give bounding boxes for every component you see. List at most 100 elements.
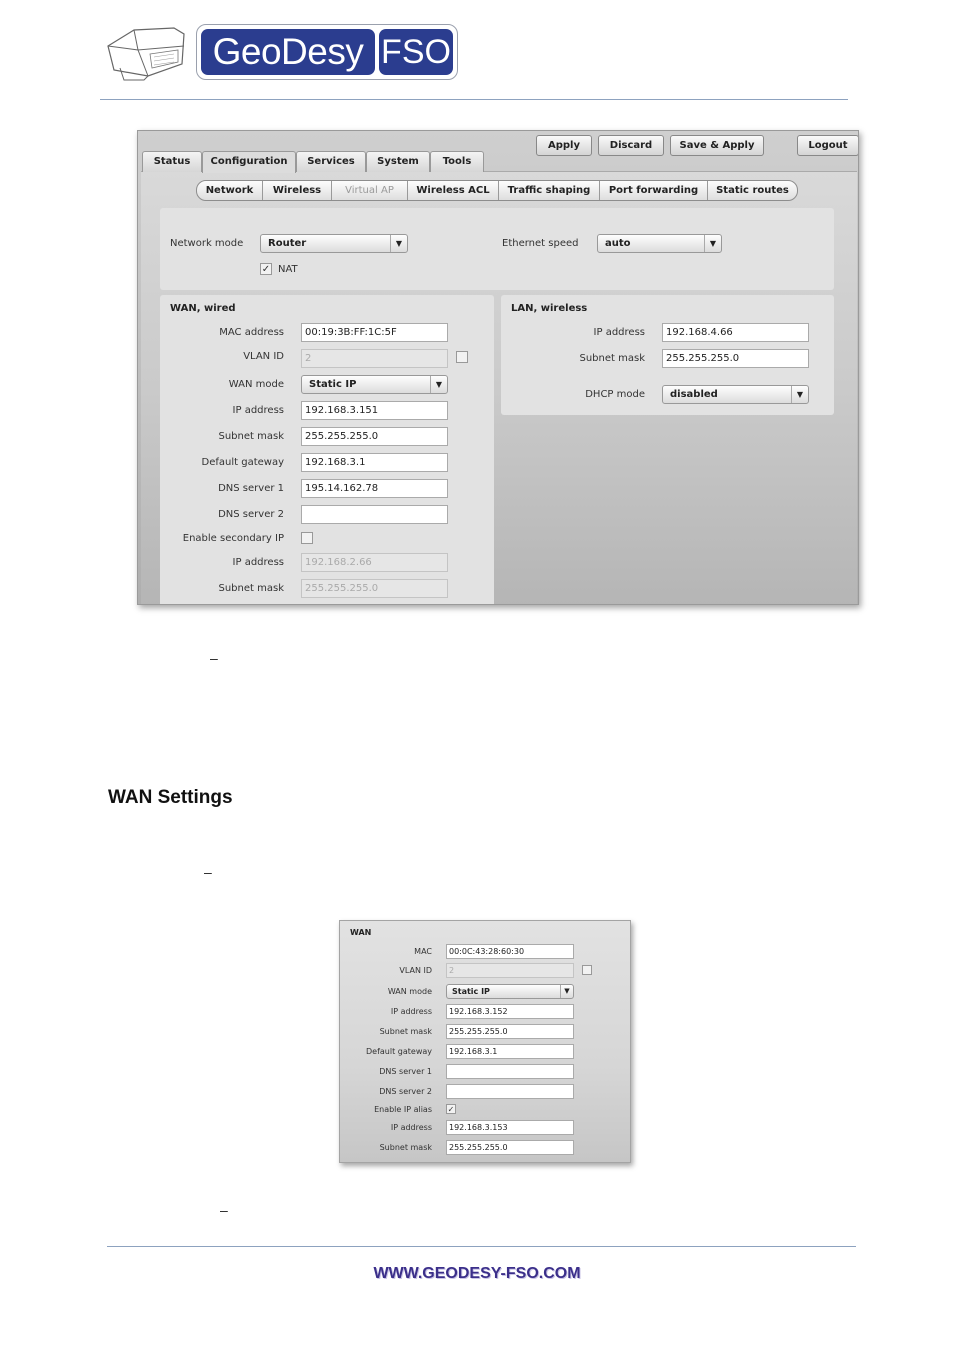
discard-button[interactable]: Discard	[598, 135, 664, 156]
subnet-mask-label: Subnet mask	[379, 1027, 432, 1036]
mac-field[interactable]: 00:0C:43:28:60:30	[446, 944, 574, 959]
tab-configuration[interactable]: Configuration	[202, 151, 296, 173]
lan-ip-field[interactable]: 192.168.4.66	[662, 323, 809, 342]
ethernet-speed-select[interactable]: auto ▼	[597, 234, 722, 253]
dash-mark: –	[204, 864, 212, 880]
lan-mask-field[interactable]: 255.255.255.0	[662, 349, 809, 368]
subnet-mask-field[interactable]: 255.255.255.0	[301, 427, 448, 446]
dns1-field[interactable]	[446, 1064, 574, 1079]
vlan-id-field: 2	[301, 349, 448, 368]
mac-label: MAC	[414, 947, 432, 956]
network-mode-value: Router	[268, 238, 307, 249]
wan-title: WAN	[350, 928, 372, 937]
alias-mask-field[interactable]: 255.255.255.0	[446, 1140, 574, 1155]
dhcp-mode-select[interactable]: disabled ▼	[662, 385, 809, 404]
subtab-static-routes[interactable]: Static routes	[708, 181, 797, 200]
network-mode-label: Network mode	[170, 238, 244, 249]
dash-mark: –	[210, 650, 218, 666]
alias-ip-field[interactable]: 192.168.3.153	[446, 1120, 574, 1135]
ip-field[interactable]: 192.168.3.152	[446, 1004, 574, 1019]
company-logo: GeoDesy FSO	[196, 24, 458, 80]
ip-address-field[interactable]: 192.168.3.151	[301, 401, 448, 420]
chevron-down-icon: ▼	[791, 386, 808, 403]
logout-button[interactable]: Logout	[797, 135, 858, 156]
save-apply-button[interactable]: Save & Apply	[670, 135, 764, 156]
tab-services[interactable]: Services	[296, 151, 366, 172]
vlan-field: 2	[446, 963, 574, 978]
ip-label: IP address	[232, 405, 284, 416]
default-gateway-field[interactable]: 192.168.3.1	[446, 1044, 574, 1059]
wan-mode-select[interactable]: Static IP ▼	[301, 375, 448, 394]
wan-mode-label: WAN mode	[228, 379, 284, 390]
fso-device-icon	[107, 27, 185, 81]
secondary-ip-checkbox[interactable]	[301, 532, 313, 544]
logo-badge: FSO	[379, 29, 453, 75]
ethernet-speed-label: Ethernet speed	[502, 238, 579, 249]
dhcp-mode-value: disabled	[670, 389, 718, 400]
dhcp-mode-label: DHCP mode	[585, 389, 645, 400]
default-gateway-field[interactable]: 192.168.3.1	[301, 453, 448, 472]
wan-mode-label: WAN mode	[387, 987, 432, 996]
subtab-virtual-ap: Virtual AP	[332, 181, 408, 200]
subtab-network[interactable]: Network	[197, 181, 263, 200]
ip-alias-checkbox[interactable]: ✓	[446, 1104, 456, 1114]
network-mode-select[interactable]: Router ▼	[260, 234, 408, 253]
subtab-traffic-shaping[interactable]: Traffic shaping	[499, 181, 600, 200]
alias-ip-label: IP address	[390, 1123, 432, 1132]
alias-mask-label: Subnet mask	[379, 1143, 432, 1152]
chevron-down-icon: ▼	[560, 985, 573, 998]
wan-mode-select[interactable]: Static IP ▼	[446, 984, 574, 999]
subnet-mask-label: Subnet mask	[218, 431, 285, 442]
logo-wordmark: GeoDesy	[201, 29, 375, 75]
dns2-label: DNS server 2	[379, 1087, 432, 1096]
secondary-ip-address-label: IP address	[232, 557, 284, 568]
tab-tools[interactable]: Tools	[430, 151, 484, 172]
dash-mark: –	[220, 1202, 228, 1218]
ip-alias-label: Enable IP alias	[374, 1105, 432, 1114]
header-rule	[100, 99, 848, 100]
subtab-port-forwarding[interactable]: Port forwarding	[600, 181, 708, 200]
subtab-wireless-acl[interactable]: Wireless ACL	[408, 181, 499, 200]
vlan-label: VLAN ID	[399, 966, 432, 975]
network-config-screenshot: Status Configuration Services System Too…	[137, 130, 859, 605]
apply-button[interactable]: Apply	[536, 135, 592, 156]
secondary-mask-label: Subnet mask	[218, 583, 285, 594]
mac-label: MAC address	[219, 327, 284, 338]
mac-address-field[interactable]: 00:19:3B:FF:1C:5F	[301, 323, 448, 342]
lan-mask-label: Subnet mask	[579, 353, 646, 364]
nat-label: NAT	[278, 264, 298, 275]
wan-settings-screenshot: WAN MAC 00:0C:43:28:60:30 VLAN ID 2 WAN …	[339, 920, 631, 1163]
vlan-checkbox[interactable]	[582, 965, 592, 975]
dns1-label: DNS server 1	[379, 1067, 432, 1076]
sub-tab-bar: Network Wireless Virtual AP Wireless ACL…	[196, 180, 798, 201]
footer-rule	[107, 1246, 856, 1247]
vlan-label: VLAN ID	[243, 351, 284, 362]
subnet-mask-field[interactable]: 255.255.255.0	[446, 1024, 574, 1039]
chevron-down-icon: ▼	[390, 235, 407, 252]
wan-mode-value: Static IP	[452, 987, 490, 996]
tab-status[interactable]: Status	[142, 151, 202, 172]
dns1-field[interactable]: 195.14.162.78	[301, 479, 448, 498]
chevron-down-icon: ▼	[430, 376, 447, 393]
lan-panel-title: LAN, wireless	[511, 303, 588, 314]
default-gateway-label: Default gateway	[366, 1047, 432, 1056]
secondary-ip-field: 192.168.2.66	[301, 553, 448, 572]
dns2-field[interactable]	[301, 505, 448, 524]
subtab-wireless[interactable]: Wireless	[263, 181, 332, 200]
dns1-label: DNS server 1	[218, 483, 284, 494]
dns2-field[interactable]	[446, 1084, 574, 1099]
lan-ip-label: IP address	[593, 327, 645, 338]
footer-url[interactable]: WWW.GEODESY-FSO.COM	[0, 1265, 954, 1283]
dns2-label: DNS server 2	[218, 509, 284, 520]
section-heading: WAN Settings	[108, 787, 233, 808]
nat-checkbox[interactable]: ✓	[260, 263, 272, 275]
vlan-checkbox[interactable]	[456, 351, 468, 363]
wan-mode-value: Static IP	[309, 379, 357, 390]
default-gateway-label: Default gateway	[201, 457, 285, 468]
secondary-mask-field: 255.255.255.0	[301, 579, 448, 598]
ip-label: IP address	[390, 1007, 432, 1016]
tab-system[interactable]: System	[366, 151, 430, 172]
chevron-down-icon: ▼	[704, 235, 721, 252]
ethernet-speed-value: auto	[605, 238, 631, 249]
secondary-ip-label: Enable secondary IP	[182, 533, 284, 544]
